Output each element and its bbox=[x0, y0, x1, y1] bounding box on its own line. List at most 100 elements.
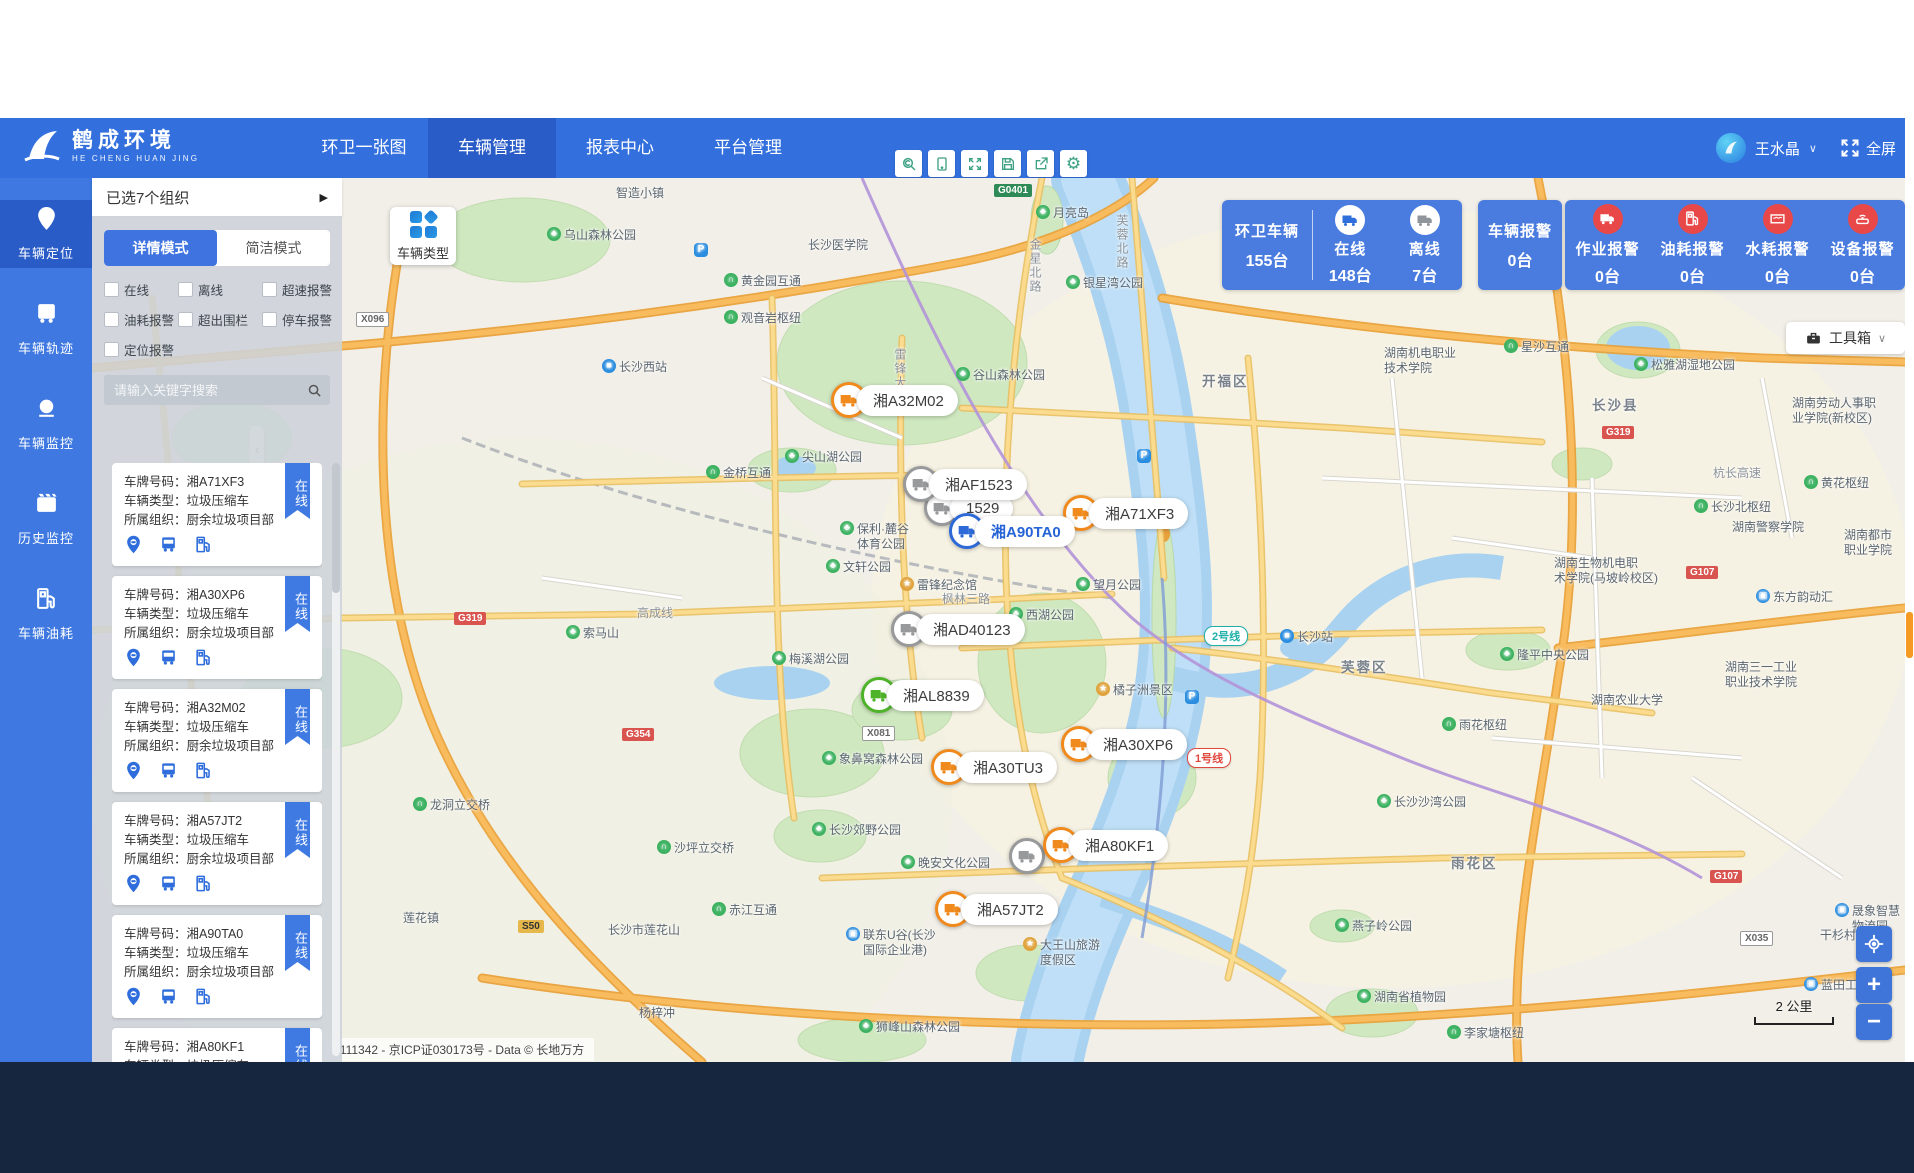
device-tool-button[interactable] bbox=[928, 150, 955, 177]
bus-action-icon[interactable] bbox=[159, 987, 178, 1011]
checkbox-icon[interactable] bbox=[104, 282, 119, 297]
bus-action-icon[interactable] bbox=[159, 874, 178, 898]
map-label: ♣象鼻窝森林公园 bbox=[822, 752, 923, 767]
vehicle-card-湘A80KF1[interactable]: 车牌号码：湘A80KF1车辆类型：垃圾压缩车所属组织：厨余垃圾项目部在线 bbox=[112, 1028, 322, 1062]
park-icon: ♣ bbox=[822, 751, 836, 765]
marker-plate-label: 湘AL8839 bbox=[887, 680, 984, 711]
bus-action-icon[interactable] bbox=[159, 648, 178, 672]
vehicle-marker-湘A30TU3[interactable]: 湘A30TU3 bbox=[931, 749, 1057, 785]
pin-action-icon[interactable] bbox=[124, 535, 143, 559]
zoom-in-button[interactable]: + bbox=[1856, 967, 1892, 1003]
vehicle-marker-湘A71XF3[interactable]: 湘A71XF3 bbox=[1063, 495, 1188, 531]
park-icon: ♣ bbox=[826, 559, 840, 573]
page-scrollbar[interactable] bbox=[1905, 0, 1914, 1062]
fuel-action-icon[interactable] bbox=[194, 648, 213, 672]
tab-mode-1[interactable]: 简洁模式 bbox=[217, 230, 330, 266]
filter-6[interactable]: 定位报警 bbox=[104, 340, 178, 359]
filter-0[interactable]: 在线 bbox=[104, 280, 178, 299]
fuel-action-icon[interactable] bbox=[194, 535, 213, 559]
hub-icon: ∩ bbox=[706, 465, 720, 479]
marker-plate-label: 湘A80KF1 bbox=[1069, 830, 1168, 861]
pin-action-icon[interactable] bbox=[124, 648, 143, 672]
vehicle-marker-湘A90TA0[interactable]: 湘A90TA0 bbox=[949, 513, 1075, 549]
alarm-label: 油耗报警 bbox=[1660, 238, 1724, 259]
search-tool-button[interactable] bbox=[895, 150, 922, 177]
vehicle-field: 车牌号码：湘A30XP6 bbox=[124, 586, 310, 605]
filter-3[interactable]: 油耗报警 bbox=[104, 310, 178, 329]
vehicle-card-湘A30XP6[interactable]: 车牌号码：湘A30XP6车辆类型：垃圾压缩车所属组织：厨余垃圾项目部在线 bbox=[112, 576, 322, 679]
vehicle-marker-湘AF1523[interactable]: 湘AF1523 bbox=[903, 466, 1027, 502]
search-icon[interactable] bbox=[307, 383, 322, 398]
vehicle-marker-湘AD40123[interactable]: 湘AD40123 bbox=[891, 611, 1025, 647]
search-input[interactable] bbox=[112, 382, 307, 399]
locate-button[interactable] bbox=[1856, 926, 1892, 962]
fuel-action-icon[interactable] bbox=[194, 987, 213, 1011]
vehicle-marker-湘A32M02[interactable]: 湘A32M02 bbox=[831, 382, 958, 418]
expand-arrow-icon[interactable]: ▶ bbox=[320, 191, 328, 204]
checkbox-icon[interactable] bbox=[178, 312, 193, 327]
chevron-down-icon[interactable]: ∨ bbox=[1809, 142, 1817, 155]
vehicle-marker-湘A80KF1[interactable]: 湘A80KF1 bbox=[1043, 827, 1168, 863]
pin-action-icon[interactable] bbox=[124, 874, 143, 898]
vehicle-list: 车牌号码：湘A71XF3车辆类型：垃圾压缩车所属组织：厨余垃圾项目部在线车牌号码… bbox=[112, 463, 322, 1062]
vehicle-marker-湘AL8839[interactable]: 湘AL8839 bbox=[861, 677, 984, 713]
sidebar-item-fuel[interactable]: 车辆油耗 bbox=[0, 580, 92, 648]
map-label: ∩龙洞立交桥 bbox=[413, 798, 490, 813]
nav-item-1[interactable]: 车辆管理 bbox=[428, 118, 556, 178]
top-navbar: 鹤成环境 HE CHENG HUAN JING 环卫一张图车辆管理报表中心平台管… bbox=[0, 118, 1914, 178]
sidebar-item-video[interactable]: 历史监控 bbox=[0, 485, 92, 553]
filter-4[interactable]: 超出围栏 bbox=[178, 310, 262, 329]
sidebar-item-pin[interactable]: 车辆定位 bbox=[0, 200, 92, 268]
bus-action-icon[interactable] bbox=[159, 535, 178, 559]
toolbox-button[interactable]: 工具箱 ∨ bbox=[1786, 322, 1905, 354]
sidebar-item-bus[interactable]: 车辆轨迹 bbox=[0, 295, 92, 363]
vehicle-marker-hidden[interactable] bbox=[1009, 838, 1045, 874]
map-label: ♣乌山森林公园 bbox=[547, 228, 636, 243]
fullscreen-button[interactable]: 全屏 bbox=[1840, 138, 1896, 159]
vehicle-card-湘A90TA0[interactable]: 车牌号码：湘A90TA0车辆类型：垃圾压缩车所属组织：厨余垃圾项目部在线 bbox=[112, 915, 322, 1018]
zoom-out-button[interactable]: − bbox=[1856, 1004, 1892, 1040]
checkbox-icon[interactable] bbox=[262, 282, 277, 297]
pin-action-icon[interactable] bbox=[124, 761, 143, 785]
checkbox-icon[interactable] bbox=[104, 312, 119, 327]
bus-action-icon[interactable] bbox=[159, 761, 178, 785]
gear-tool-button[interactable]: ⚙ bbox=[1060, 150, 1087, 177]
offline-label: 离线 bbox=[1409, 238, 1441, 259]
page-scrollbar-thumb[interactable] bbox=[1906, 612, 1913, 658]
vehicle-card-湘A32M02[interactable]: 车牌号码：湘A32M02车辆类型：垃圾压缩车所属组织：厨余垃圾项目部在线 bbox=[112, 689, 322, 792]
vehicle-type-button[interactable]: 车辆类型 bbox=[390, 207, 456, 265]
building-icon: ▣ bbox=[1835, 903, 1849, 917]
share-tool-button[interactable] bbox=[1027, 150, 1054, 177]
nav-item-3[interactable]: 平台管理 bbox=[684, 118, 812, 178]
nav-item-2[interactable]: 报表中心 bbox=[556, 118, 684, 178]
panel-scrollbar-thumb[interactable] bbox=[332, 463, 340, 593]
vehicle-card-湘A71XF3[interactable]: 车牌号码：湘A71XF3车辆类型：垃圾压缩车所属组织：厨余垃圾项目部在线 bbox=[112, 463, 322, 566]
sidebar-item-camera[interactable]: 车辆监控 bbox=[0, 390, 92, 458]
nav-item-0[interactable]: 环卫一张图 bbox=[300, 118, 428, 178]
vehicle-alarm-label: 车辆报警 bbox=[1488, 220, 1552, 241]
vehicle-marker-湘A30XP6[interactable]: 湘A30XP6 bbox=[1061, 726, 1187, 762]
org-selector[interactable]: 已选7个组织 ▶ bbox=[92, 178, 342, 216]
fuel-action-icon[interactable] bbox=[194, 874, 213, 898]
map-canvas[interactable]: 智造小镇♣乌山森林公园长沙医学院∩黄金园互通♣月亮岛♣银星湾公园∩观音岩枢纽♣谷… bbox=[92, 178, 1905, 1062]
user-name[interactable]: 王水晶 bbox=[1755, 138, 1800, 159]
vehicle-marker-湘A57JT2[interactable]: 湘A57JT2 bbox=[935, 891, 1058, 927]
checkbox-icon[interactable] bbox=[178, 282, 193, 297]
filter-1[interactable]: 离线 bbox=[178, 280, 262, 299]
alarm-stats-panel: 作业报警0台油耗报警0台水耗报警0台设备报警0台 bbox=[1565, 200, 1905, 290]
expand-tool-button[interactable] bbox=[961, 150, 988, 177]
checkbox-icon[interactable] bbox=[104, 342, 119, 357]
tab-mode-0[interactable]: 详情模式 bbox=[104, 230, 217, 266]
user-avatar[interactable] bbox=[1716, 133, 1746, 163]
marker-plate-label: 湘AF1523 bbox=[929, 469, 1027, 500]
filter-2[interactable]: 超速报警 bbox=[262, 280, 350, 299]
filter-5[interactable]: 停车报警 bbox=[262, 310, 350, 329]
panel-scrollbar[interactable] bbox=[332, 463, 340, 1056]
alarm-stat-water: 水耗报警0台 bbox=[1735, 200, 1820, 290]
vehicle-card-湘A57JT2[interactable]: 车牌号码：湘A57JT2车辆类型：垃圾压缩车所属组织：厨余垃圾项目部在线 bbox=[112, 802, 322, 905]
fuel-action-icon[interactable] bbox=[194, 761, 213, 785]
checkbox-icon[interactable] bbox=[262, 312, 277, 327]
save-tool-button[interactable] bbox=[994, 150, 1021, 177]
hub-icon: ∩ bbox=[1694, 499, 1708, 513]
pin-action-icon[interactable] bbox=[124, 987, 143, 1011]
